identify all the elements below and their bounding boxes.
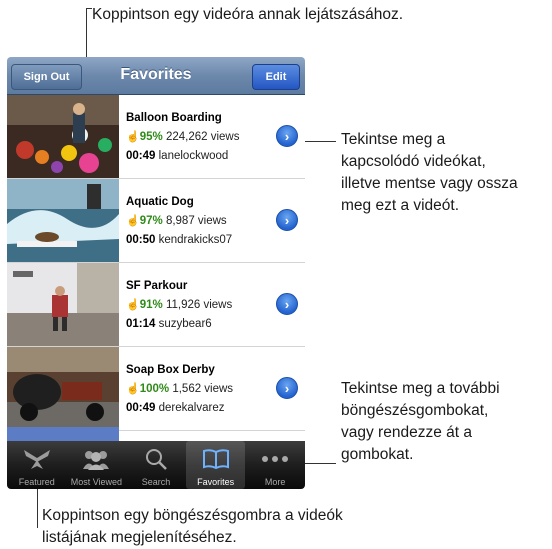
detail-disclosure-button[interactable]: › [276, 125, 298, 147]
most-viewed-icon [67, 446, 127, 472]
featured-icon [7, 446, 67, 472]
tab-label: Featured [18, 477, 55, 487]
thumbs-up-icon: ☝ [126, 215, 140, 227]
search-icon [126, 446, 186, 472]
tab-search[interactable]: Search [126, 441, 186, 489]
video-title: Soap Box Derby [126, 364, 215, 376]
tab-bar: Featured Most Viewed Search Favorites Mo… [7, 441, 305, 489]
callout-more-line-4: gombokat. [341, 446, 414, 463]
more-icon [245, 446, 305, 472]
phone-screen: Sign Out Favorites Edit Balloon Boarding… [7, 57, 305, 489]
tab-label: More [264, 477, 286, 487]
video-rating: 91% [139, 299, 163, 311]
edit-button[interactable]: Edit [252, 64, 300, 90]
video-title: Aquatic Dog [126, 196, 194, 208]
callout-line-right-top [300, 141, 336, 142]
tab-most-viewed[interactable]: Most Viewed [67, 441, 127, 489]
video-thumbnail[interactable] [7, 179, 119, 262]
callout-related-line-4: meg ezt a videót. [341, 197, 460, 214]
thumbs-up-icon: ☝ [126, 131, 140, 143]
callout-more-line-1: Tekintse meg a további [341, 380, 500, 397]
callout-line-top-tick [86, 8, 92, 9]
callout-related-videos: Tekintse meg a kapcsolódó videókat, ille… [341, 129, 518, 217]
callout-related-line-2: kapcsolódó videókat, [341, 153, 486, 170]
video-duration: 01:14 [126, 318, 156, 330]
callout-play-video: Koppintson egy videóra annak lejátszásáh… [92, 6, 404, 23]
tab-label: Most Viewed [70, 477, 123, 487]
callout-browse-buttons: Koppintson egy böngészésgombra a videók … [42, 505, 343, 549]
video-user: suzybear6 [158, 318, 212, 330]
detail-disclosure-button[interactable]: › [276, 377, 298, 399]
tab-label: Favorites [197, 477, 235, 487]
video-duration: 00:50 [126, 234, 156, 246]
thumbs-up-icon: ☝ [126, 383, 140, 395]
video-title: Balloon Boarding [126, 112, 222, 124]
tab-featured[interactable]: Featured [7, 441, 67, 489]
video-title: SF Parkour [126, 280, 188, 292]
video-thumbnail[interactable] [7, 347, 119, 430]
callout-related-line-3: illetve mentse vagy ossza [341, 175, 518, 192]
video-views: 1,562 views [172, 383, 234, 395]
video-row-aquatic-dog[interactable]: Aquatic Dog ☝97% 8,987 views 00:50 kendr… [7, 179, 305, 263]
video-user: lanelockwood [158, 150, 229, 162]
detail-disclosure-button[interactable]: › [276, 293, 298, 315]
video-rating: 97% [139, 215, 163, 227]
video-rating: 95% [139, 131, 163, 143]
chevron-right-icon: › [284, 296, 290, 312]
tab-label: Search [141, 477, 171, 487]
favorites-icon [186, 446, 246, 472]
video-row-soap-box-derby[interactable]: Soap Box Derby ☝100% 1,562 views 00:49 d… [7, 347, 305, 431]
video-user: derekalvarez [158, 402, 225, 414]
video-duration: 00:49 [126, 402, 156, 414]
callout-related-line-1: Tekintse meg a [341, 131, 446, 148]
video-views: 8,987 views [165, 215, 227, 227]
video-row-balloon-boarding[interactable]: Balloon Boarding ☝95% 224,262 views 00:4… [7, 95, 305, 179]
video-user: kendrakicks07 [158, 234, 233, 246]
tab-favorites[interactable]: Favorites [185, 441, 246, 489]
video-rating: 100% [139, 383, 170, 395]
video-views: 11,926 views [165, 299, 233, 311]
detail-disclosure-button[interactable]: › [276, 209, 298, 231]
tab-more[interactable]: More [245, 441, 305, 489]
thumbs-up-icon: ☝ [126, 299, 140, 311]
video-thumbnail[interactable] [7, 95, 119, 178]
next-video-thumbnail-peek [7, 427, 119, 441]
navigation-bar: Sign Out Favorites Edit [7, 57, 305, 95]
video-row-sf-parkour[interactable]: SF Parkour ☝91% 11,926 views 01:14 suzyb… [7, 263, 305, 347]
callout-browse-line-2: listájának megjelenítéséhez. [42, 529, 237, 546]
callout-more-line-2: böngészésgombokat, [341, 402, 489, 419]
video-views: 224,262 views [165, 131, 240, 143]
callout-browse-line-1: Koppintson egy böngészésgombra a videók [42, 507, 343, 524]
video-list: Balloon Boarding ☝95% 224,262 views 00:4… [7, 95, 305, 431]
video-thumbnail[interactable] [7, 263, 119, 346]
chevron-right-icon: › [284, 128, 290, 144]
callout-more-buttons: Tekintse meg a további böngészésgombokat… [341, 378, 500, 466]
chevron-right-icon: › [284, 212, 290, 228]
video-duration: 00:49 [126, 150, 156, 162]
chevron-right-icon: › [284, 380, 290, 396]
callout-more-line-3: vagy rendezze át a [341, 424, 472, 441]
